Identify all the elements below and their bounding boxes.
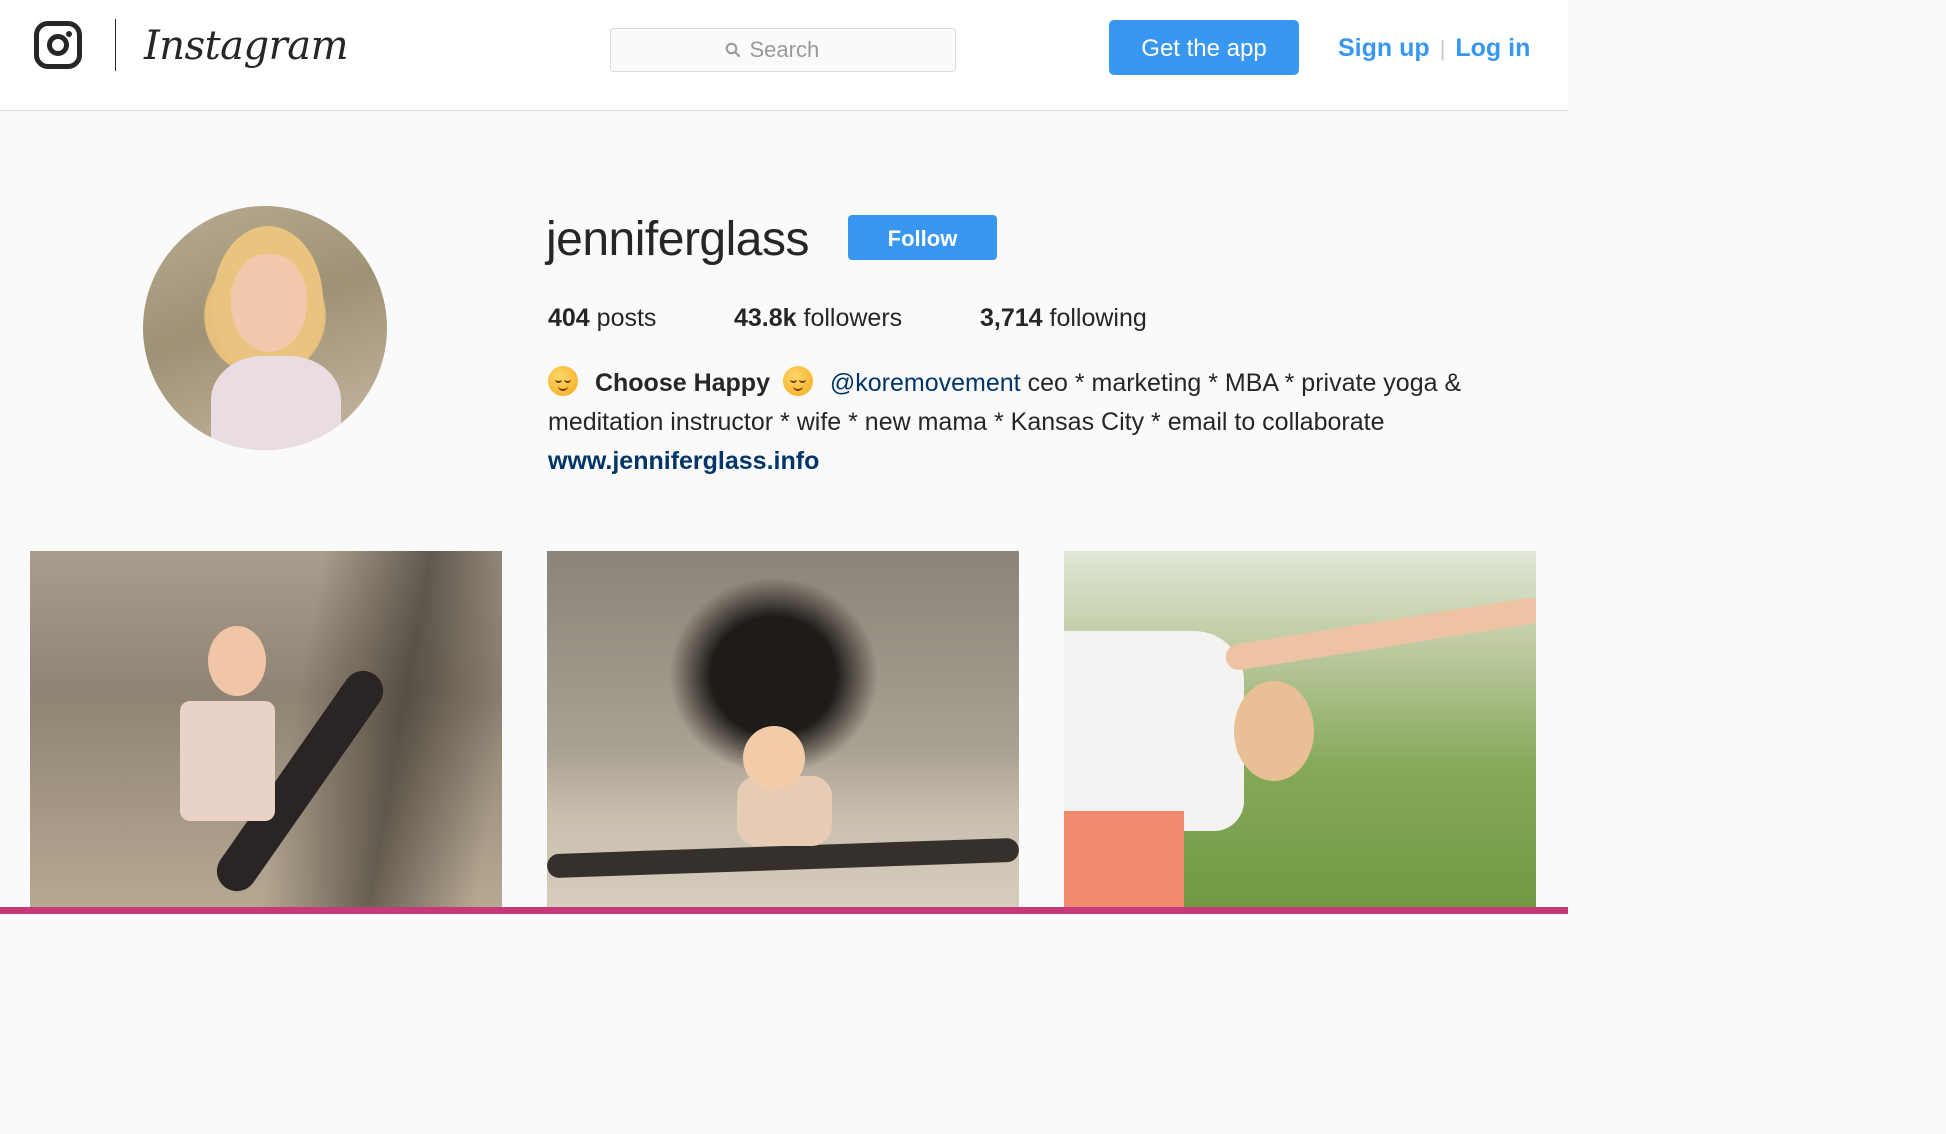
profile-bio: Choose Happy @koremovement ceo * marketi… [548,364,1528,481]
bottom-accent-strip [0,907,1568,914]
get-the-app-button[interactable]: Get the app [1109,20,1299,75]
post-image-detail [743,726,805,790]
bio-name: Choose Happy [594,369,770,397]
auth-separator: | [1439,36,1446,61]
instagram-wordmark[interactable]: Instagram [144,16,349,76]
bio-mention-link[interactable]: @koremovement [830,369,1021,397]
log-in-link[interactable]: Log in [1455,34,1530,62]
post-thumbnail[interactable] [547,551,1019,907]
stat-followers[interactable]: 43.8k followers [734,300,902,336]
auth-links: Sign up | Log in [1338,28,1530,68]
stat-followers-count: 43.8k [734,304,797,332]
camera-lens-shape [47,34,69,56]
avatar-top-shape [211,356,341,450]
post-image-detail [1223,596,1536,672]
bio-website-link[interactable]: www.jenniferglass.info [548,442,1528,481]
avatar-face-shape [231,254,307,352]
follow-button[interactable]: Follow [848,215,997,260]
post-thumbnail[interactable] [30,551,502,907]
relieved-face-emoji-icon [548,366,578,396]
camera-flash-dot [66,31,72,37]
stat-following[interactable]: 3,714 following [980,300,1147,336]
search-input[interactable] [749,37,842,63]
stat-following-label: following [1049,304,1147,332]
post-image-detail [1064,631,1244,831]
stat-posts: 404 posts [548,300,656,336]
stat-followers-label: followers [803,304,903,332]
search-box[interactable] [610,28,956,72]
top-navigation-bar: Instagram Get the app Sign up | Log in [0,0,1568,111]
stat-following-count: 3,714 [980,304,1043,332]
profile-username: jenniferglass [546,213,809,266]
post-image-detail [1064,811,1184,907]
profile-avatar[interactable] [143,206,387,450]
instagram-camera-icon[interactable] [34,21,82,69]
stat-posts-label: posts [596,304,657,332]
instagram-profile-page: Instagram Get the app Sign up | Log in jen… [0,0,1568,914]
sign-up-link[interactable]: Sign up [1338,34,1430,62]
stat-posts-count: 404 [548,304,590,332]
post-thumbnail[interactable] [1064,551,1536,907]
logo-divider [115,19,116,71]
search-icon [725,42,740,58]
post-image-detail [1234,681,1314,781]
post-image-detail [208,626,266,696]
relieved-face-emoji-icon [782,366,813,396]
post-image-detail [180,701,275,821]
